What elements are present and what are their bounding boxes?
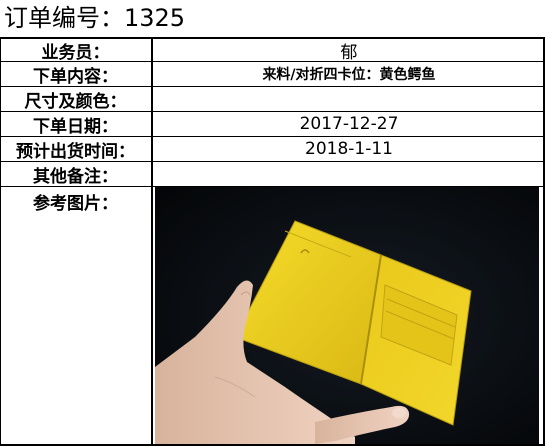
salesperson-label: 业务员：: [0, 39, 153, 61]
order-number: 1325: [124, 4, 186, 32]
order-content-value: 来料/对折四卡位：黄色鳄鱼: [262, 67, 436, 83]
order-date-label: 下单日期：: [0, 112, 153, 136]
row-order-content: 下单内容： 来料/对折四卡位：黄色鳄鱼: [0, 62, 545, 87]
reference-photo: [155, 187, 539, 444]
remarks-value: [153, 162, 545, 186]
remarks-label: 其他备注：: [0, 162, 153, 186]
wallet-photo-illustration: [155, 187, 539, 444]
order-content-label: 下单内容：: [0, 62, 153, 86]
order-details-table: 业务员： 郁 下单内容： 来料/对折四卡位：黄色鳄鱼 尺寸及颜色： 下单日期： …: [0, 37, 545, 446]
size-color-value: [153, 87, 545, 111]
row-reference-image: 参考图片：: [0, 187, 545, 446]
row-order-date: 下单日期： 2017-12-27: [0, 112, 545, 137]
size-color-label: 尺寸及颜色：: [0, 87, 153, 111]
ship-date-label: 预计出货时间：: [0, 137, 153, 161]
row-salesperson: 业务员： 郁: [0, 39, 545, 62]
order-title-label: 订单编号：: [4, 4, 124, 32]
order-date-value: 2017-12-27: [299, 114, 399, 134]
row-size-color: 尺寸及颜色：: [0, 87, 545, 112]
order-sheet: 订单编号：1325 业务员： 郁 下单内容： 来料/对折四卡位：黄色鳄鱼 尺寸及…: [0, 0, 545, 446]
ship-date-value: 2018-1-11: [305, 139, 393, 159]
reference-image-label: 参考图片：: [0, 187, 153, 444]
order-title: 订单编号：1325: [0, 0, 545, 37]
salesperson-value: 郁: [340, 42, 358, 62]
row-remarks: 其他备注：: [0, 162, 545, 187]
row-ship-date: 预计出货时间： 2018-1-11: [0, 137, 545, 162]
table-left-border: [0, 37, 1, 446]
